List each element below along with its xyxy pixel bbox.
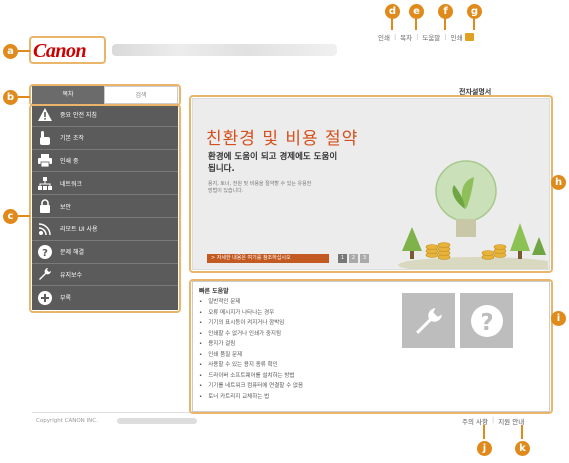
callout-k: k	[515, 441, 530, 456]
copyright-year-blurred	[117, 418, 197, 424]
print-icon[interactable]	[465, 33, 475, 41]
print-page-link[interactable]: 인쇄	[451, 32, 463, 42]
callout-box-h	[189, 95, 553, 273]
callout-box-a	[29, 36, 106, 64]
toc-link[interactable]: 목차	[400, 32, 412, 42]
callout-d: d	[385, 4, 400, 19]
callout-box-c	[29, 104, 181, 313]
callout-h: h	[551, 175, 566, 190]
callout-j: j	[477, 441, 492, 456]
callout-c: c	[3, 209, 18, 224]
callout-box-i	[189, 279, 553, 414]
help-link[interactable]: 도움말	[422, 32, 440, 42]
print-link[interactable]: 인쇄	[378, 32, 390, 42]
callout-box-b	[29, 84, 181, 106]
model-name-blurred	[112, 44, 337, 56]
callout-g: g	[467, 4, 482, 19]
callout-f: f	[438, 4, 453, 19]
copyright-text: Copyright CANON INC.	[36, 418, 98, 424]
top-links: 인쇄 | 목차 | 도움말 | 인쇄	[378, 31, 475, 43]
footer-links: 주의 사항 | 지원 안내	[462, 416, 525, 426]
callout-b: b	[3, 90, 18, 105]
callout-e: e	[409, 4, 424, 19]
callout-a: a	[3, 44, 18, 59]
callout-i: i	[551, 311, 566, 326]
